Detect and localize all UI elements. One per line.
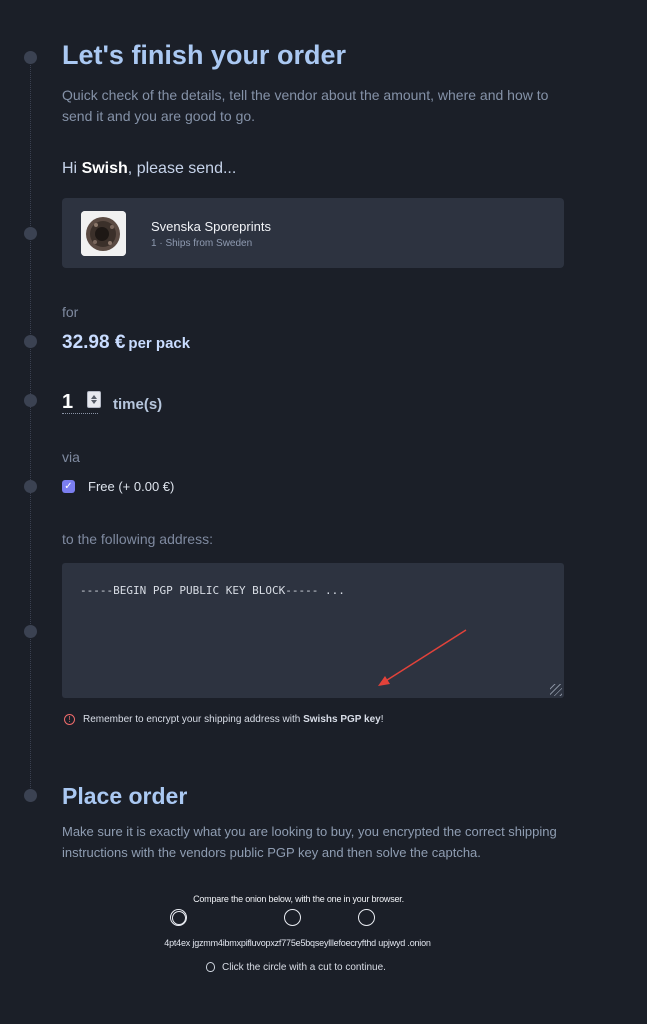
warning-prefix: Remember to encrypt your shipping addres… <box>83 714 304 726</box>
timeline-dot-product <box>24 227 37 240</box>
captcha-hint: Click the circle with a cut to continue. <box>206 962 386 973</box>
place-order-description: Make sure it is exactly what you are loo… <box>62 824 557 860</box>
shipping-option-checkbox[interactable]: ✓ <box>62 480 75 493</box>
price: 32.98 € per pack <box>62 332 190 354</box>
vendor-pgp-key-link[interactable]: Swishs PGP key <box>303 714 381 725</box>
check-icon: ✓ <box>64 481 73 492</box>
captcha-circle-option-2[interactable] <box>284 909 301 926</box>
timeline-dot-price <box>24 335 37 348</box>
timeline-dot-order <box>24 51 37 64</box>
product-card: Svenska Sporeprints 1 · Ships from Swede… <box>62 198 564 268</box>
stepper-up-icon[interactable] <box>91 395 97 399</box>
lightbulb-icon <box>206 962 215 973</box>
warning-suffix: ! <box>380 714 384 726</box>
product-meta: 1 · Ships from Sweden <box>151 238 253 249</box>
via-label: via <box>62 449 80 465</box>
progress-timeline <box>30 58 31 798</box>
price-unit: per pack <box>128 335 191 352</box>
quantity-value[interactable]: 1 <box>62 391 73 414</box>
exclamation-circle-icon: ! <box>64 714 75 725</box>
encryption-warning: ! Remember to encrypt your shipping addre… <box>64 714 384 725</box>
greeting: Hi Swish, please send... <box>62 160 236 178</box>
quantity-field[interactable]: 1 time(s) <box>62 391 192 415</box>
quantity-stepper[interactable] <box>87 391 101 408</box>
captcha-onion-address: 4pt4ex jgzmm4ibmxpifluvopxzf775e5bqseyll… <box>164 938 431 948</box>
quantity-underline <box>62 413 98 414</box>
captcha-circle-inner-icon[interactable] <box>172 911 186 925</box>
checkout-page: Let's finish your order Quick check of t… <box>0 0 647 1024</box>
product-image <box>81 211 126 256</box>
place-order-title: Place order <box>62 783 188 809</box>
buyer-name: Swish <box>81 160 128 177</box>
address-label: to the following address: <box>62 531 213 547</box>
page-title: Let's finish your order <box>62 40 346 70</box>
timeline-dot-quantity <box>24 394 37 407</box>
greeting-suffix: , please send... <box>127 160 237 177</box>
resize-handle[interactable] <box>550 684 562 696</box>
quantity-unit: time(s) <box>113 396 163 413</box>
price-value: 32.98 € <box>62 332 126 353</box>
captcha-hint-text: Click the circle with a cut to continue. <box>222 962 386 973</box>
greeting-prefix: Hi <box>62 160 82 177</box>
annotation-arrow-icon <box>378 629 467 686</box>
stepper-down-icon[interactable] <box>91 400 97 404</box>
timeline-dot-address <box>24 625 37 638</box>
page-subtitle: Quick check of the details, tell the ven… <box>62 87 549 124</box>
for-label: for <box>62 304 79 320</box>
timeline-dot-shipping <box>24 480 37 493</box>
shipping-address-textarea[interactable]: -----BEGIN PGP PUBLIC KEY BLOCK----- ... <box>62 563 564 698</box>
shipping-option-label[interactable]: Free (+ 0.00 €) <box>88 479 174 494</box>
timeline-dot-place-order <box>24 789 37 802</box>
product-name: Svenska Sporeprints <box>151 219 271 234</box>
captcha-circle-option-3[interactable] <box>358 909 375 926</box>
captcha-prompt: Compare the onion below, with the one in… <box>193 894 404 904</box>
